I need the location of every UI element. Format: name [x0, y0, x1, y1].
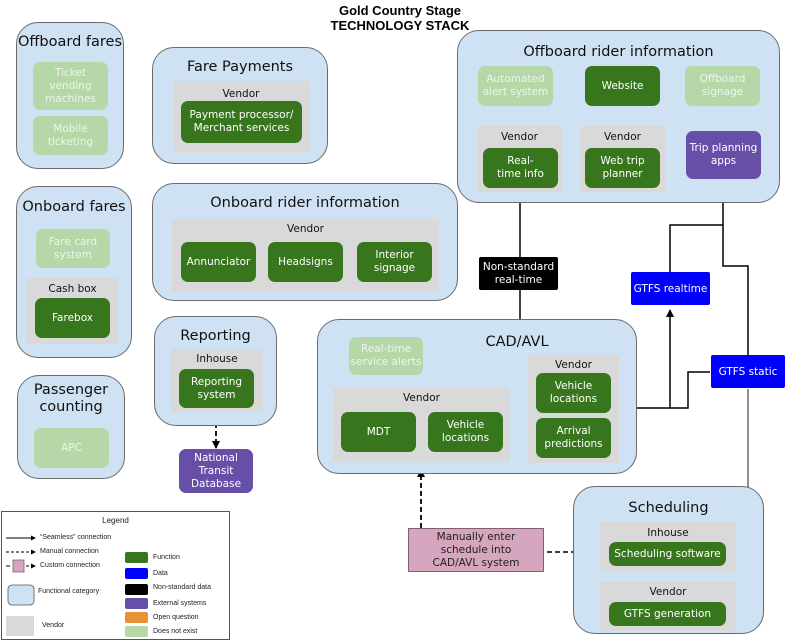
manual-schedule-entry: Manually enter schedule into CAD/AVL sys…	[408, 528, 544, 572]
fare-card-system: Fare card system	[36, 229, 110, 268]
category-offboard-rider-information: Offboard rider information Automated ale…	[457, 30, 780, 203]
inhouse-reporting: Inhouse Reporting system	[171, 349, 263, 411]
annunciator: Annunciator	[181, 242, 256, 282]
category-onboard-rider-information: Onboard rider information Vendor Annunci…	[152, 183, 458, 301]
data-swatch-icon	[125, 568, 148, 579]
scheduling-software: Scheduling software	[609, 542, 726, 566]
functional-category-icon	[7, 584, 35, 606]
function-swatch-icon	[125, 552, 148, 563]
vendor-cad-right: Vendor Vehicle locations Arrival predict…	[528, 355, 619, 463]
legend: Legend “Seamless” connection Manual conn…	[1, 511, 230, 640]
legend-label: Custom connection	[40, 562, 100, 569]
category-fare-payments: Fare Payments Vendor Payment processor/ …	[152, 47, 328, 164]
interior-signage: Interior signage	[357, 242, 432, 282]
non-standard-data-swatch-icon	[125, 584, 148, 595]
legend-label: External systems	[153, 600, 207, 607]
vendor-label: Vendor	[555, 359, 592, 371]
inhouse-label: Inhouse	[196, 353, 238, 365]
category-title: Offboard rider information	[523, 44, 714, 60]
headsigns: Headsigns	[268, 242, 343, 282]
category-title: Passenger counting	[33, 382, 109, 415]
vendor-label: Vendor	[501, 131, 538, 143]
trip-planning-apps: Trip planning apps	[686, 131, 761, 179]
category-title: Offboard fares	[18, 34, 122, 50]
category-title: Scheduling	[628, 500, 709, 516]
gtfs-static: GTFS static	[711, 355, 785, 388]
category-title: Onboard fares	[22, 199, 126, 215]
mobile-ticketing: Mobile ticketing	[33, 116, 108, 155]
legend-label: Functional category	[38, 588, 100, 595]
ticket-vending-machines: Ticket vending machines	[33, 62, 108, 110]
legend-line-icons	[6, 535, 36, 636]
mdt: MDT	[341, 412, 416, 452]
open-question-swatch-icon	[125, 612, 148, 623]
vendor-fare-payments: Vendor Payment processor/ Merchant servi…	[173, 81, 309, 153]
payment-processor: Payment processor/ Merchant services	[181, 101, 302, 143]
vendor-cad-left: Vendor MDT Vehicle locations	[333, 388, 510, 461]
category-offboard-fares: Offboard fares Ticket vending machines M…	[16, 22, 124, 169]
category-passenger-counting: Passenger counting APC	[17, 375, 125, 479]
inhouse-scheduling: Inhouse Scheduling software	[600, 522, 736, 572]
category-title: Onboard rider information	[210, 195, 400, 211]
vendor-label: Cash box	[48, 283, 97, 295]
realtime-info: Real-time info	[483, 148, 558, 188]
offboard-signage: Offboard signage	[685, 66, 760, 106]
legend-label: Data	[153, 570, 168, 577]
farebox: Farebox	[35, 298, 110, 338]
web-trip-planner: Web trip planner	[585, 148, 660, 188]
vendor-realtime-info: Vendor Real-time info	[477, 126, 562, 192]
vendor-onboard-rider: Vendor Annunciator Headsigns Interior si…	[172, 219, 439, 292]
legend-label: Non-standard data	[153, 584, 211, 591]
legend-label: Manual connection	[40, 548, 99, 555]
vendor-cash-box: Cash box Farebox	[27, 278, 118, 344]
apc: APC	[34, 428, 109, 468]
legend-label: “Seamless” connection	[40, 534, 112, 541]
line-gtfs-static-up	[722, 225, 749, 355]
vendor-label: Vendor	[287, 223, 324, 235]
gtfs-realtime: GTFS realtime	[631, 272, 710, 305]
vendor-web-trip-planner: Vendor Web trip planner	[580, 126, 665, 192]
arrival-predictions: Arrival predictions	[536, 418, 611, 458]
vendor-icon	[6, 616, 34, 636]
external-systems-swatch-icon	[125, 598, 148, 609]
non-standard-realtime: Non-standard real-time	[479, 257, 558, 290]
custom-connection-icon	[6, 559, 36, 573]
vendor-label: Vendor	[222, 88, 260, 100]
does-not-exist-swatch-icon	[125, 626, 148, 637]
category-reporting: Reporting Inhouse Reporting system	[154, 316, 277, 426]
line-gtfs-realtime-up	[669, 224, 723, 272]
website: Website	[585, 66, 660, 106]
vendor-label: Vendor	[649, 586, 687, 598]
category-title: Fare Payments	[186, 59, 294, 75]
category-onboard-fares: Onboard fares Fare card system Cash box …	[16, 186, 132, 358]
category-title: CAD/AVL	[485, 334, 549, 350]
vehicle-locations-left: Vehicle locations	[428, 412, 503, 452]
legend-label: Does not exist	[153, 628, 198, 635]
legend-label: Function	[153, 554, 180, 561]
category-cad-avl: CAD/AVL Real-time service alerts Vendor …	[317, 319, 637, 474]
vendor-label: Vendor	[604, 131, 641, 143]
legend-label: Vendor	[42, 622, 65, 629]
automated-alert-system: Automated alert system	[478, 66, 553, 106]
national-transit-database: National Transit Database	[179, 449, 253, 493]
category-scheduling: Scheduling Inhouse Scheduling software V…	[573, 486, 764, 634]
vendor-label: Vendor	[403, 392, 440, 404]
reporting-system: Reporting system	[179, 369, 254, 408]
inhouse-label: Inhouse	[647, 527, 689, 539]
legend-label: Open question	[153, 614, 199, 621]
realtime-service-alerts: Real-time service alerts	[349, 337, 423, 375]
vendor-scheduling: Vendor GTFS generation	[600, 582, 736, 631]
vehicle-locations-right: Vehicle locations	[536, 373, 611, 413]
category-title: Reporting	[180, 328, 251, 344]
gtfs-generation: GTFS generation	[609, 602, 726, 626]
